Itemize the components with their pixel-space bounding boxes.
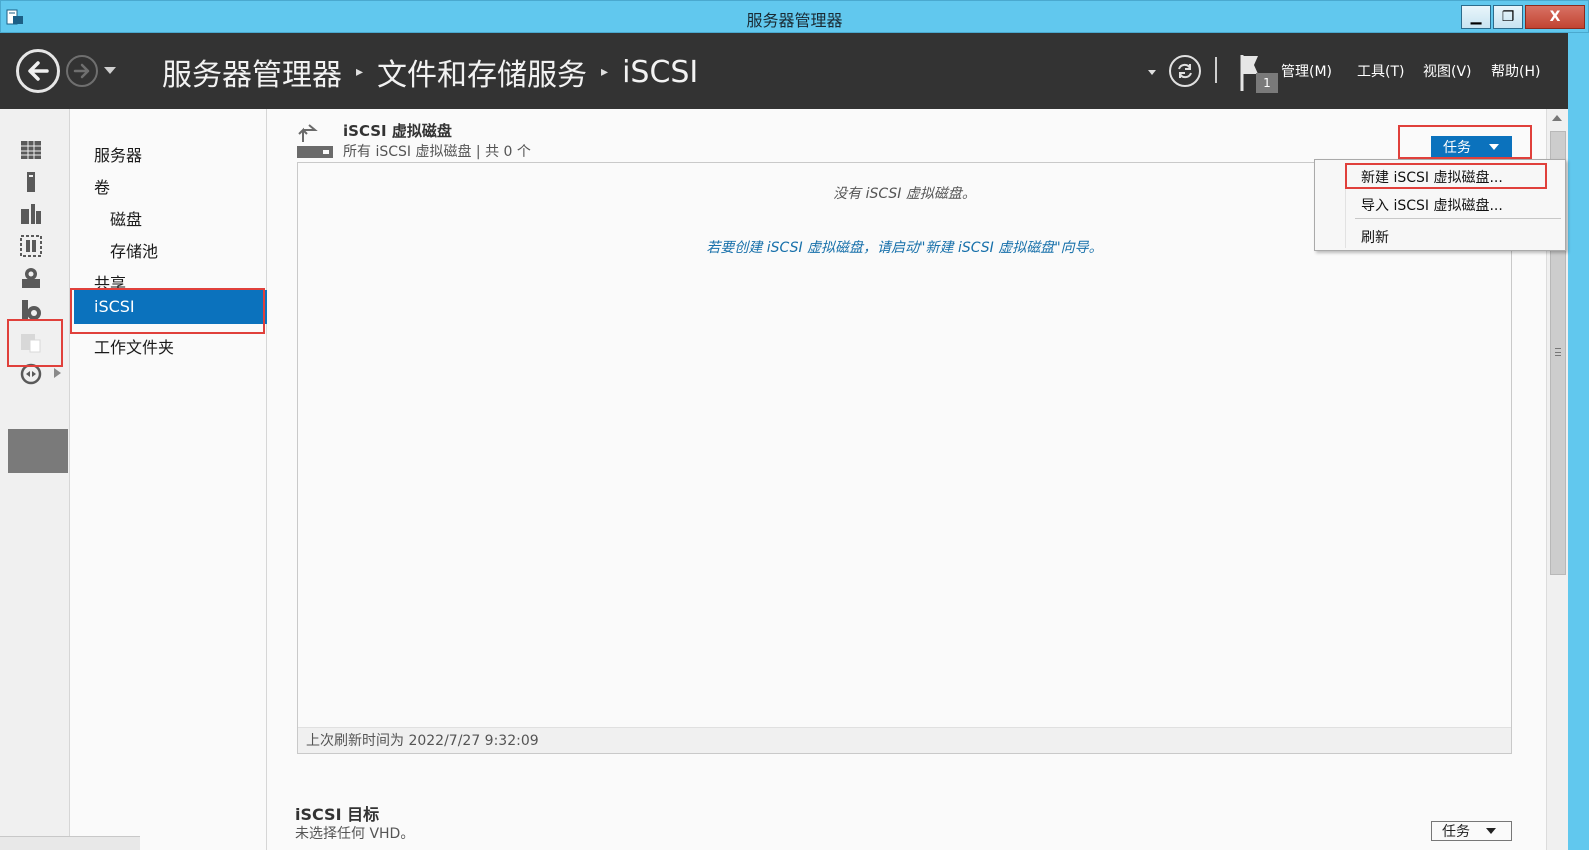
tasks-button[interactable]: 任务 <box>1431 136 1512 158</box>
expand-arrow-icon[interactable] <box>54 336 61 346</box>
breadcrumb-item-server-manager[interactable]: 服务器管理器 <box>162 50 342 94</box>
window-right-border <box>1568 33 1589 850</box>
window-title: 服务器管理器 <box>746 11 843 30</box>
menu-help[interactable]: 帮助(H) <box>1491 61 1540 81</box>
menu-manage[interactable]: 管理(M) <box>1281 61 1332 81</box>
arrow-right-icon <box>73 63 90 79</box>
refresh-icon <box>1178 63 1192 79</box>
expand-arrow-icon[interactable] <box>54 368 61 378</box>
chevron-down-icon <box>1489 144 1499 150</box>
dashboard-icon[interactable] <box>20 139 42 161</box>
taskbar-fragment <box>0 836 140 850</box>
nav-item-servers[interactable]: 服务器 <box>94 142 142 166</box>
breadcrumb-separator-icon: ▸ <box>356 64 364 80</box>
nav-item-work-folders[interactable]: 工作文件夹 <box>94 334 174 358</box>
all-servers-icon[interactable] <box>20 203 42 225</box>
breadcrumb-item-file-storage[interactable]: 文件和存储服务 <box>377 50 587 94</box>
nav-item-disks[interactable]: 磁盘 <box>110 206 142 230</box>
menu-item-refresh[interactable]: 刷新 <box>1361 227 1389 247</box>
minimize-button[interactable]: ▁ <box>1461 5 1491 29</box>
local-server-icon[interactable] <box>20 171 42 193</box>
tasks-button-label: 任务 <box>1443 140 1471 156</box>
breadcrumb-separator-icon: ▸ <box>601 64 609 80</box>
menu-view[interactable]: 视图(V) <box>1423 61 1472 81</box>
strip-selected-bg <box>8 429 68 473</box>
targets-tasks-button-label: 任务 <box>1442 824 1470 840</box>
arrow-left-icon <box>28 61 49 81</box>
breadcrumb-item-iscsi[interactable]: iSCSI <box>622 55 698 90</box>
menu-gutter <box>1345 164 1346 248</box>
notification-count-badge: 1 <box>1256 73 1278 93</box>
section-title: iSCSI 虚拟磁盘 <box>343 122 452 140</box>
grip-icon <box>1555 348 1561 356</box>
nav-item-storage-pools[interactable]: 存储池 <box>110 238 158 262</box>
last-refresh-status: 上次刷新时间为 2022/7/27 9:32:09 <box>298 727 1511 753</box>
left-icon-strip <box>0 109 70 850</box>
iscsi-targets-subtitle: 未选择任何 VHD。 <box>295 826 415 839</box>
menu-item-import-virtual-disk[interactable]: 导入 iSCSI 虚拟磁盘... <box>1361 195 1503 215</box>
forward-button[interactable] <box>66 55 98 87</box>
maximize-button[interactable]: ❐ <box>1493 5 1523 29</box>
menu-tools[interactable]: 工具(T) <box>1357 61 1404 81</box>
title-bar: 服务器管理器 ▁ ❐ X <box>0 0 1589 33</box>
close-button[interactable]: X <box>1525 5 1585 29</box>
chevron-down-icon <box>1486 828 1496 834</box>
dns-icon[interactable] <box>20 299 42 321</box>
server-group-icon[interactable] <box>20 235 42 257</box>
breadcrumb-dropdown-icon[interactable] <box>1148 70 1156 75</box>
iscsi-targets-title: iSCSI 目标 <box>295 805 380 824</box>
breadcrumb: 服务器管理器 ▸ 文件和存储服务 ▸ iSCSI <box>162 50 698 94</box>
nav-item-volumes[interactable]: 卷 <box>94 174 110 198</box>
header-bar: 服务器管理器 ▸ 文件和存储服务 ▸ iSCSI 1 管理(M) 工具(T) 视… <box>0 33 1589 109</box>
tasks-dropdown-menu: 新建 iSCSI 虚拟磁盘... 导入 iSCSI 虚拟磁盘... 刷新 <box>1314 159 1566 251</box>
ad-ds-icon[interactable] <box>20 267 42 289</box>
back-button[interactable] <box>16 49 60 93</box>
nav-panel: 服务器 卷 磁盘 存储池 共享 iSCSI 工作文件夹 <box>70 109 334 850</box>
scroll-up-arrow-icon[interactable] <box>1552 115 1562 121</box>
section-subtitle: 所有 iSCSI 虚拟磁盘 | 共 0 个 <box>343 144 531 160</box>
header-divider <box>1215 57 1217 83</box>
menu-item-new-virtual-disk[interactable]: 新建 iSCSI 虚拟磁盘... <box>1361 167 1503 187</box>
virtual-disk-icon <box>297 124 333 158</box>
history-dropdown-icon[interactable] <box>104 67 116 74</box>
iis-icon[interactable] <box>20 363 42 385</box>
menu-separator <box>1355 218 1561 219</box>
file-storage-services-icon[interactable] <box>20 331 42 353</box>
targets-tasks-button[interactable]: 任务 <box>1431 821 1512 841</box>
refresh-button[interactable] <box>1169 55 1201 87</box>
